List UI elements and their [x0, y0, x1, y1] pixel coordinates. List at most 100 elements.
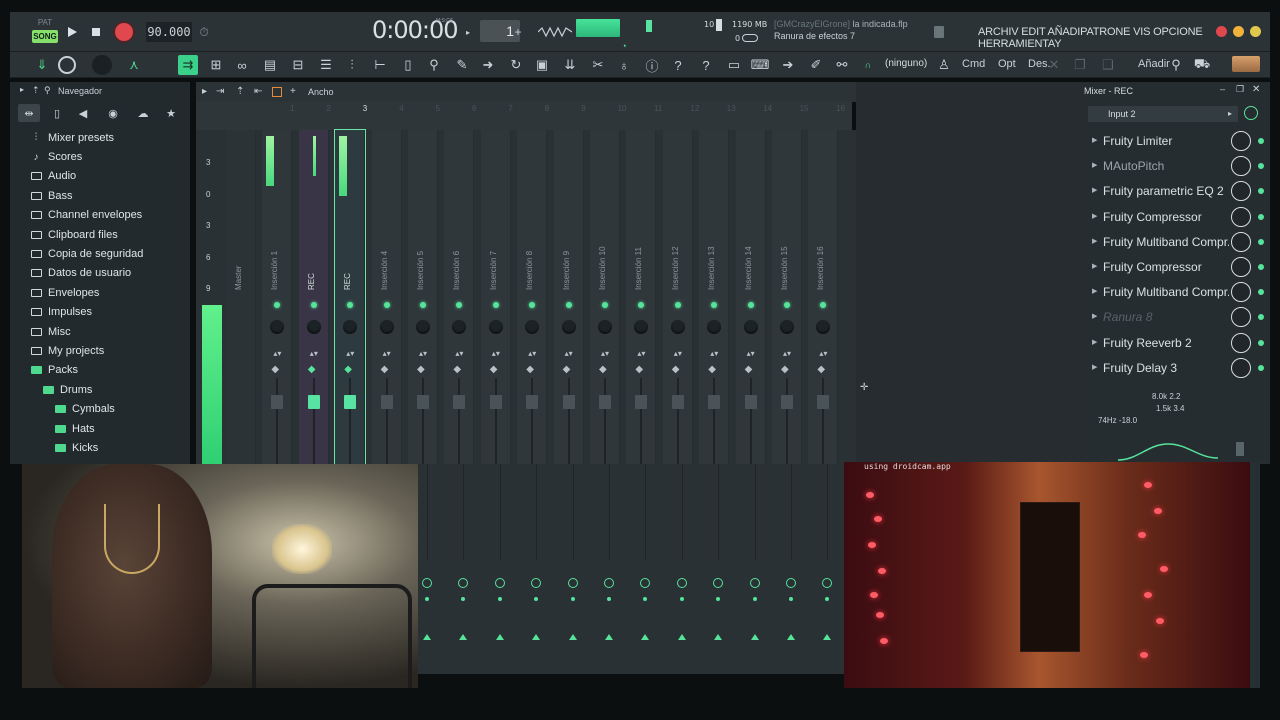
mute-led[interactable]	[674, 302, 681, 308]
separation-icon[interactable]: ◆	[745, 364, 753, 375]
separation-icon[interactable]: ◆	[381, 364, 389, 375]
mute-led[interactable]	[638, 302, 645, 308]
cart-icon[interactable]: ⛟	[1192, 55, 1212, 75]
send-led[interactable]	[534, 597, 539, 601]
slot-expand-icon[interactable]: ▶	[1092, 136, 1097, 144]
mix-knob[interactable]	[1231, 307, 1251, 328]
browser-item[interactable]: Packs	[10, 361, 190, 380]
mixer-box-icon[interactable]	[272, 87, 282, 97]
mute-led[interactable]	[711, 302, 718, 308]
slot-expand-icon[interactable]: ▶	[1092, 312, 1097, 320]
stereo-arrows-icon[interactable]: ▴▾	[674, 350, 682, 358]
send-knob[interactable]	[494, 578, 505, 588]
volume-fader[interactable]	[708, 395, 721, 409]
stereo-arrows-icon[interactable]: ▴▾	[819, 350, 827, 358]
slot-expand-icon[interactable]: ▶	[1092, 287, 1097, 295]
tab-plugins[interactable]: ◉	[102, 104, 124, 122]
panel-minimize-icon[interactable]: –	[1220, 84, 1225, 94]
volume-fader[interactable]	[307, 395, 320, 409]
piano-roll-icon[interactable]: ⊞	[206, 55, 226, 75]
mix-knob[interactable]	[1231, 131, 1251, 151]
pan-knob[interactable]	[306, 320, 321, 334]
mute-led[interactable]	[820, 302, 827, 308]
mute-led[interactable]	[383, 302, 390, 308]
send-knob[interactable]	[676, 578, 687, 588]
pen-icon[interactable]: ✐	[806, 55, 826, 75]
mix-knob[interactable]	[1231, 156, 1251, 177]
mute-led[interactable]	[274, 302, 281, 308]
stereo-arrows-icon[interactable]: ▴▾	[710, 350, 718, 358]
stop-button[interactable]	[86, 22, 106, 42]
browser-item[interactable]: Drums	[10, 380, 190, 399]
mute-led[interactable]	[456, 302, 463, 308]
record-button[interactable]	[114, 22, 134, 42]
send-led[interactable]	[497, 597, 502, 601]
save-icon[interactable]: ▣	[532, 55, 552, 75]
browser-item[interactable]: Channel envelopes	[10, 206, 190, 225]
effect-slot[interactable]: ▶ Ranura 8	[1088, 306, 1268, 328]
effect-slot[interactable]: ▶ Fruity Multiband Compr...	[1088, 281, 1268, 303]
separation-icon[interactable]: ◆	[817, 364, 825, 375]
slot-enable-led[interactable]	[1258, 264, 1264, 270]
online-icon[interactable]	[934, 26, 944, 38]
send-led[interactable]	[425, 597, 429, 601]
send-knob[interactable]	[567, 578, 578, 588]
close-icon[interactable]	[1216, 26, 1227, 37]
volume-fader[interactable]	[526, 395, 539, 409]
width-label[interactable]: Ancho	[308, 87, 334, 97]
mixer-strip[interactable]: Inserción 12 ▴▾ ◆	[662, 130, 693, 464]
volume-fader[interactable]	[599, 395, 611, 409]
stereo-arrows-icon[interactable]: ▴▾	[783, 350, 791, 358]
preset-selector[interactable]: (ninguno)	[885, 58, 927, 69]
pan-knob[interactable]	[270, 320, 285, 334]
tab-speaker[interactable]: ◀	[72, 104, 94, 122]
volume-fader[interactable]	[817, 395, 830, 409]
mixer-menu-icon[interactable]: ▸	[202, 86, 207, 97]
route-arrow-icon[interactable]	[714, 634, 723, 640]
panel-restore-icon[interactable]: ❐	[1236, 84, 1244, 95]
pan-knob[interactable]	[598, 320, 612, 334]
pan-knob[interactable]	[743, 320, 758, 334]
stereo-arrows-icon[interactable]: ▴▾	[528, 350, 536, 358]
playlist-icon[interactable]: ⇉	[178, 55, 198, 75]
help-circle-icon[interactable]: ?	[668, 55, 688, 75]
browser-item[interactable]: Clipboard files	[10, 225, 190, 244]
mixer-route-icon[interactable]: ⇥	[216, 86, 224, 97]
slot-enable-led[interactable]	[1258, 213, 1264, 220]
mute-led[interactable]	[347, 302, 354, 308]
effect-slot[interactable]: ▶ Fruity parametric EQ 2	[1088, 180, 1268, 202]
mixer-strip[interactable]: Inserción 1 ▴▾ ◆	[262, 130, 293, 464]
pan-knob[interactable]	[670, 320, 685, 334]
browser-item[interactable]: Cymbals	[10, 399, 190, 418]
send-knob[interactable]	[713, 578, 724, 588]
volume-fader[interactable]	[635, 395, 648, 409]
question-icon[interactable]: ?	[696, 55, 716, 75]
route-arrow-icon[interactable]	[568, 634, 577, 640]
pan-knob[interactable]	[816, 320, 831, 334]
stereo-arrows-icon[interactable]: ▴▾	[637, 350, 645, 358]
send-knob[interactable]	[749, 578, 760, 588]
snap-icon[interactable]: ⋏	[124, 55, 144, 75]
pattern-add-button[interactable]: +	[508, 22, 528, 42]
list-icon[interactable]: ☰	[316, 55, 336, 75]
effect-name[interactable]: MAutoPitch	[1103, 159, 1229, 173]
mixer-strip[interactable]: Inserción 6 ▴▾ ◆	[444, 130, 475, 464]
route-arrow-icon[interactable]	[641, 634, 650, 640]
stereo-arrows-icon[interactable]: ▴▾	[455, 350, 463, 358]
mixer-up-icon[interactable]: ⇡	[236, 86, 244, 97]
volume-fader[interactable]	[271, 395, 284, 409]
pan-knob[interactable]	[343, 320, 358, 334]
effect-name[interactable]: Ranura 8	[1103, 310, 1229, 324]
send-led[interactable]	[679, 597, 684, 601]
mixer-strip[interactable]: Inserción 13 ▴▾ ◆	[699, 130, 730, 464]
send-led[interactable]	[461, 597, 466, 601]
pan-knob[interactable]	[488, 320, 503, 334]
volume-fader[interactable]	[671, 395, 684, 409]
brush-icon[interactable]: ✎	[452, 55, 472, 75]
stereo-arrows-icon[interactable]: ▴▾	[747, 350, 755, 358]
up-arrow-icon[interactable]: ⇡	[32, 85, 40, 96]
download-icon[interactable]: ⇓	[32, 55, 52, 75]
mix-knob[interactable]	[1231, 231, 1251, 252]
play-button[interactable]	[62, 22, 82, 42]
effect-name[interactable]: Fruity Compressor	[1103, 260, 1229, 274]
